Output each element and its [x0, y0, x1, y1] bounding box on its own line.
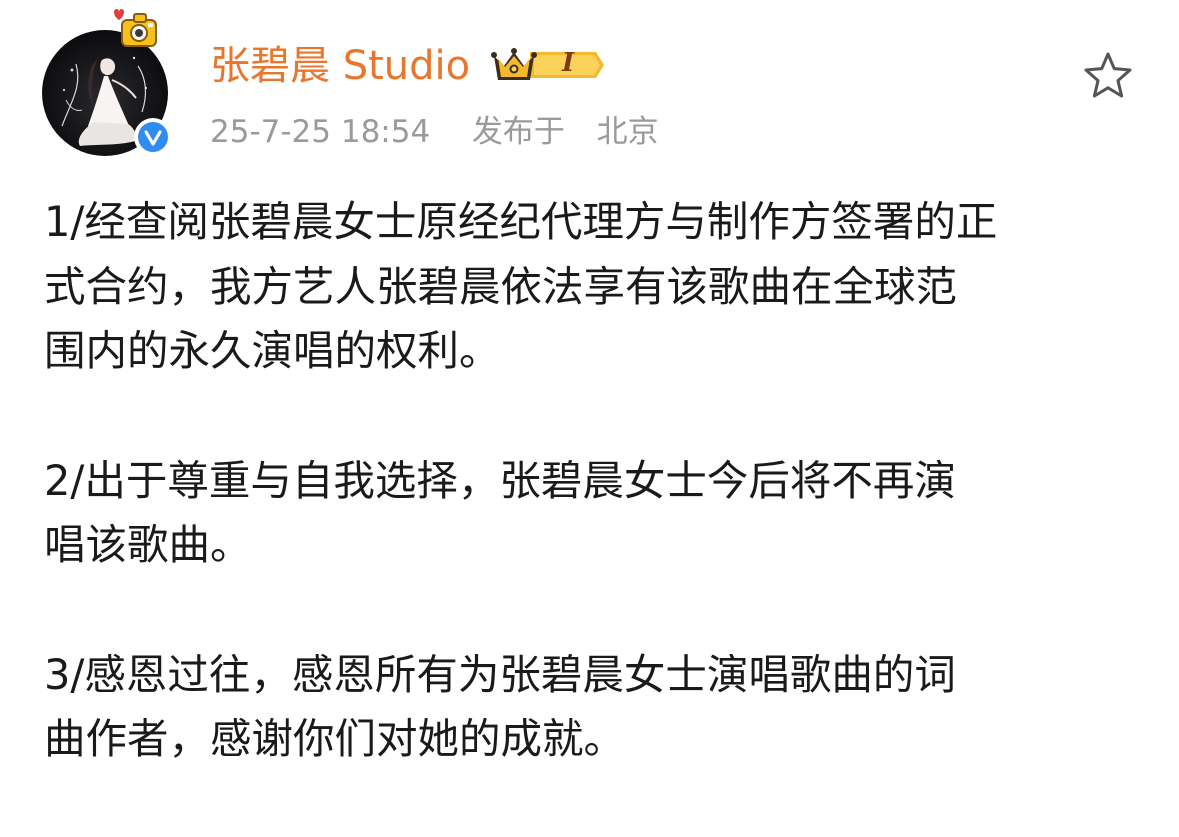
post-location[interactable]: 北京 [597, 114, 659, 150]
author-name[interactable]: 张碧晨 Studio [210, 40, 470, 92]
paragraph-line: 唱该歌曲。 [44, 520, 252, 569]
paragraph-line: 曲作者，感谢你们对她的成就。 [44, 714, 626, 763]
crown-icon [491, 48, 604, 80]
post-meta: 25-7-25 18:54 发布于 北京 [210, 110, 659, 154]
paragraph-line: 3/感恩过往，感恩所有为张碧晨女士演唱歌曲的词 [44, 649, 956, 699]
post-paragraph-1: 1/经查阅张碧晨女士原经纪代理方与制作方签署的正 式合约，我方艺人张碧晨依法享有… [44, 190, 1144, 384]
camera-heart-sticker-icon [104, 2, 164, 52]
verified-badge-icon [134, 118, 172, 156]
paragraph-line: 1/经查阅张碧晨女士原经纪代理方与制作方签署的正 [44, 197, 998, 246]
post-paragraph-2: 2/出于尊重与自我选择，张碧晨女士今后将不再演 唱该歌曲。 [44, 449, 1144, 578]
member-level-badge[interactable]: I [490, 42, 610, 88]
published-label: 发布于 [471, 114, 565, 150]
post-paragraph-3: 3/感恩过往，感恩所有为张碧晨女士演唱歌曲的词 曲作者，感谢你们对她的成就。 [44, 643, 1144, 772]
post-date: 25-7-25 [210, 114, 331, 150]
post-body: 1/经查阅张碧晨女士原经纪代理方与制作方签署的正 式合约，我方艺人张碧晨依法享有… [44, 190, 1144, 837]
member-level-text: I [562, 48, 575, 78]
paragraph-line: 式合约，我方艺人张碧晨依法享有该歌曲在全球范 [44, 261, 958, 311]
favorite-button[interactable] [1080, 50, 1136, 104]
paragraph-line: 围内的永久演唱的权利。 [44, 326, 501, 375]
post-time: 18:54 [340, 114, 431, 150]
paragraph-line: 2/出于尊重与自我选择，张碧晨女士今后将不再演 [44, 455, 956, 505]
star-outline-icon [1084, 52, 1132, 98]
